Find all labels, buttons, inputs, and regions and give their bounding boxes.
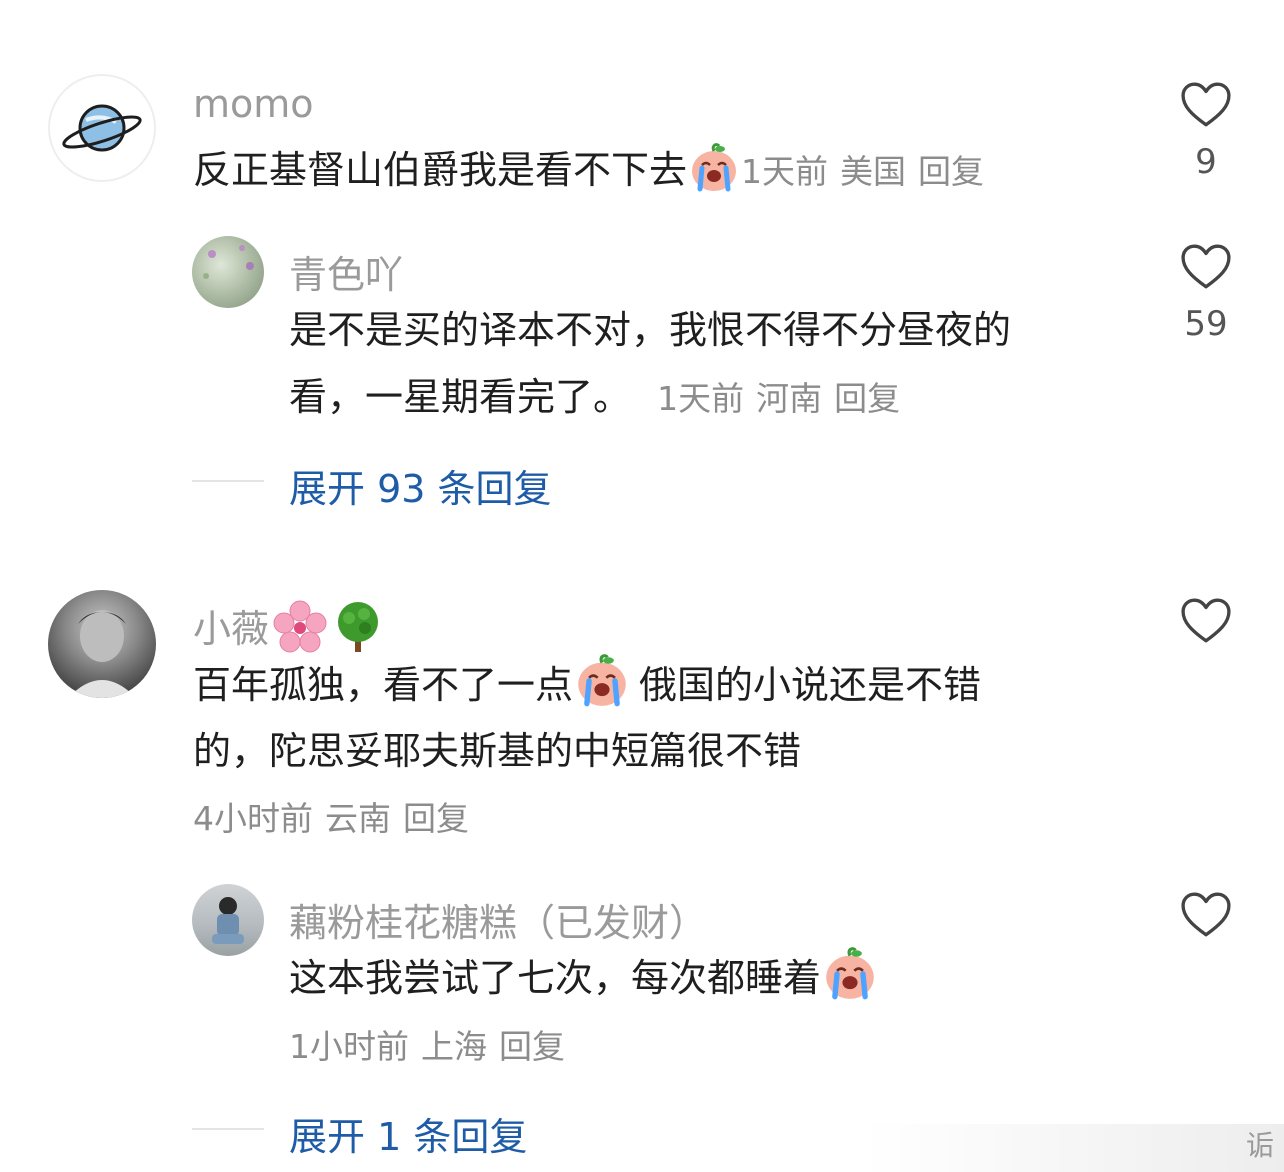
comment-location: 云南	[325, 799, 391, 838]
like-count: 59	[1184, 304, 1228, 344]
like-count: 9	[1195, 142, 1217, 182]
like-button[interactable]: 59	[1176, 244, 1236, 344]
reply-text: 这本我尝试了七次，每次都睡着	[289, 945, 879, 1011]
reply-body: 这本我尝试了七次，每次都睡着	[289, 956, 822, 1000]
like-button[interactable]	[1176, 598, 1236, 644]
crying-emoji-icon	[575, 654, 629, 708]
reply-button[interactable]: 回复	[403, 799, 469, 838]
username-text: 小薇	[193, 607, 270, 651]
avatar-oufen[interactable]	[192, 884, 264, 956]
divider	[192, 1128, 264, 1130]
reply-username[interactable]: 青色吖	[289, 244, 403, 299]
comment-body-part2: 俄国的小说还是不错	[639, 663, 982, 707]
comment-text: 反正基督山伯爵我是看不下去 1天前 美国 回复	[193, 137, 996, 205]
watermark-text: 诟	[1245, 1129, 1274, 1162]
comment-location: 美国	[840, 152, 907, 191]
reply-button[interactable]: 回复	[834, 379, 900, 418]
reply-meta: 1天前 河南 回复	[657, 379, 912, 418]
avatar-image-icon	[203, 245, 254, 279]
heart-outline-icon	[1181, 598, 1231, 644]
reply-button[interactable]: 回复	[499, 1027, 565, 1066]
person-photo-icon	[212, 897, 244, 944]
reply-button[interactable]: 回复	[918, 152, 984, 191]
comment-meta: 4小时前 云南 回复	[193, 786, 481, 852]
reply-meta: 1小时前 上海 回复	[289, 1014, 577, 1080]
heart-outline-icon	[1181, 82, 1231, 128]
comment-username[interactable]: momo	[193, 82, 314, 126]
reply-username[interactable]: 藕粉桂花糖糕（已发财）	[289, 892, 707, 947]
reply-body: 看，一星期看完了。	[289, 375, 632, 419]
reply-time: 1小时前	[289, 1027, 409, 1066]
reply-text-line2: 看，一星期看完了。 1天前 河南 回复	[289, 364, 912, 432]
cherry-blossom-icon	[273, 600, 327, 653]
expand-replies-button[interactable]: 展开 1 条回复	[289, 1106, 527, 1161]
comment-text-line1: 百年孤独，看不了一点 俄国的小说还是不错	[193, 652, 981, 718]
comment-body-part1: 百年孤独，看不了一点	[193, 663, 574, 707]
heart-outline-icon	[1181, 892, 1231, 938]
comment-time: 4小时前	[193, 799, 313, 838]
avatar-qingse[interactable]	[192, 236, 264, 308]
reply-time: 1天前	[657, 379, 745, 418]
reply-location: 上海	[421, 1027, 487, 1066]
expand-replies-button[interactable]: 展开 93 条回复	[289, 458, 552, 513]
watermark-band	[864, 1124, 1284, 1172]
crying-emoji-icon	[689, 143, 739, 193]
avatar-momo[interactable]	[48, 74, 156, 182]
comment-time: 1天前	[741, 152, 829, 191]
reply-location: 河南	[756, 379, 823, 418]
planet-icon	[62, 104, 142, 152]
comment-text-line2: 的，陀思妥耶夫斯基的中短篇很不错	[193, 729, 802, 773]
divider	[192, 480, 264, 482]
tree-icon	[338, 602, 379, 652]
reply-text-line1: 是不是买的译本不对，我恨不得不分昼夜的	[289, 308, 1012, 352]
heart-outline-icon	[1181, 244, 1231, 290]
like-button[interactable]	[1176, 892, 1236, 938]
comment-body: 反正基督山伯爵我是看不下去	[193, 148, 688, 192]
avatar-xiaowei[interactable]	[48, 590, 156, 698]
portrait-icon	[68, 610, 136, 698]
comment-meta: 1天前 美国 回复	[741, 152, 996, 191]
comment-username[interactable]: 小薇	[193, 598, 387, 654]
crying-emoji-icon	[823, 947, 877, 1001]
like-button[interactable]: 9	[1176, 82, 1236, 182]
